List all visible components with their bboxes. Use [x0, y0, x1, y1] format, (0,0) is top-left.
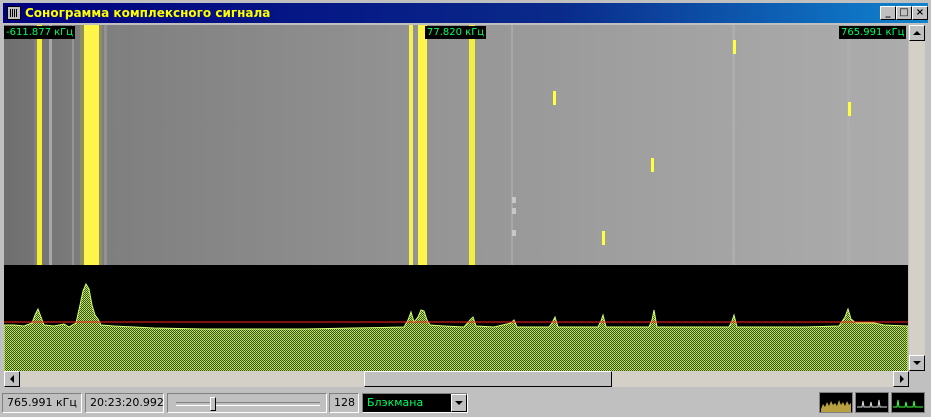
spectrum-green-icon — [893, 399, 923, 408]
minimize-button[interactable]: _ — [880, 6, 896, 20]
background-streak — [847, 25, 850, 265]
vertical-scroll-track[interactable] — [909, 41, 925, 355]
green-peaks-mode-button[interactable] — [891, 392, 925, 413]
signal-streak — [37, 25, 42, 265]
window-function-value: Блэкмана — [367, 396, 424, 409]
arrow-down-icon — [913, 361, 921, 365]
signal-burst — [602, 231, 605, 245]
background-streak — [72, 25, 74, 265]
slider-track — [176, 402, 320, 406]
chevron-down-icon — [455, 401, 463, 405]
spectrum-graph — [4, 282, 908, 372]
arrow-right-icon — [900, 375, 904, 383]
sonogram-window: Сонограмма комплексного сигнала _ □ × -6… — [0, 0, 931, 417]
background-streak — [49, 25, 52, 265]
dropdown-button[interactable] — [451, 394, 467, 412]
left-frequency-marker: -611.877 кГц — [4, 26, 76, 39]
sonogram-display[interactable]: -611.877 кГц 77.820 кГц 765.991 кГц — [4, 25, 908, 265]
background-streak — [732, 25, 735, 265]
window-title: Сонограмма комплексного сигнала — [25, 6, 271, 20]
window-function-select[interactable]: Блэкмана — [362, 393, 468, 413]
signal-streak — [409, 25, 413, 265]
time-readout: 20:23:20.992 — [85, 393, 164, 413]
fft-size-value: 128 — [329, 393, 359, 413]
scroll-down-button[interactable] — [909, 355, 925, 371]
right-frequency-marker: 765.991 кГц — [839, 26, 907, 39]
peaks-mode-button[interactable] — [855, 392, 889, 413]
slider-thumb[interactable] — [210, 397, 216, 411]
scroll-up-button[interactable] — [909, 25, 925, 41]
scroll-left-button[interactable] — [4, 371, 20, 387]
signal-streak — [469, 25, 475, 265]
horizontal-scrollbar[interactable] — [4, 371, 909, 387]
window-menu-icon[interactable] — [7, 6, 21, 20]
signal-streak — [418, 25, 427, 265]
spectrum-plot[interactable] — [4, 265, 908, 372]
fft-size-slider[interactable] — [167, 393, 327, 413]
title-bar[interactable]: Сонограмма комплексного сигнала _ □ × — [3, 3, 928, 23]
spectrum-noise-icon — [820, 393, 852, 412]
center-frequency-marker: 77.820 кГц — [425, 26, 487, 39]
frequency-readout: 765.991 кГц — [2, 393, 82, 413]
signal-streak — [84, 25, 99, 265]
close-button[interactable]: × — [912, 6, 928, 20]
arrow-left-icon — [10, 375, 14, 383]
faint-burst — [512, 230, 516, 236]
signal-burst — [848, 102, 851, 116]
spectrum-peaks-icon — [857, 399, 887, 408]
background-streak — [104, 25, 107, 265]
scroll-right-button[interactable] — [893, 371, 909, 387]
faint-burst — [512, 208, 516, 214]
horizontal-scroll-thumb[interactable] — [364, 371, 612, 387]
arrow-up-icon — [913, 31, 921, 35]
status-bar: 765.991 кГц 20:23:20.992 128 Блэкмана — [0, 389, 931, 417]
signal-burst — [651, 158, 654, 172]
signal-burst — [733, 40, 736, 54]
background-streak — [511, 25, 513, 265]
spectrum-area — [4, 282, 908, 372]
spectrum-mode-button[interactable] — [819, 392, 853, 413]
faint-burst — [512, 197, 516, 203]
vertical-scrollbar[interactable] — [909, 25, 925, 371]
signal-burst — [553, 91, 556, 105]
maximize-button[interactable]: □ — [896, 6, 912, 20]
